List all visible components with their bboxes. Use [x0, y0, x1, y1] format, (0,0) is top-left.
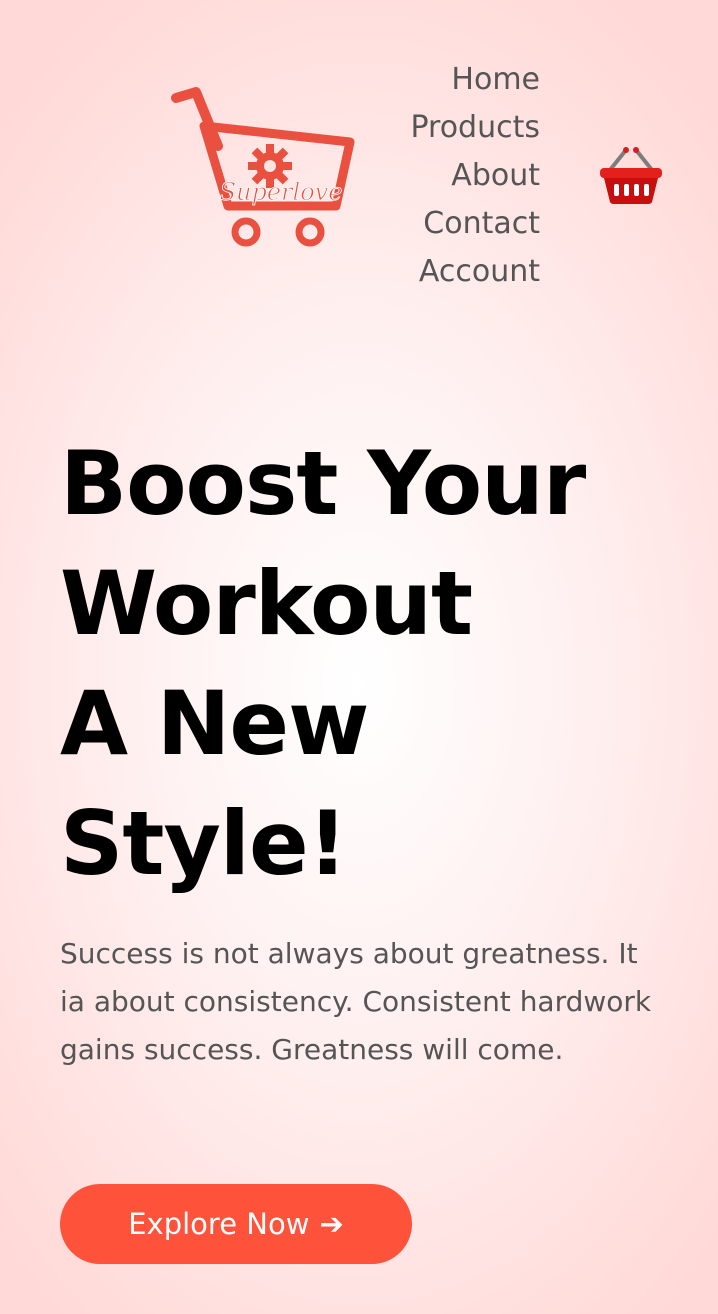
main-nav: Home Products About Contact Account	[410, 56, 540, 296]
hero-tagline: Success is not always about greatness. I…	[60, 937, 652, 1066]
headline-line-2: Workout	[60, 552, 473, 655]
headline-line-1: Boost Your	[60, 432, 586, 535]
headline-line-4: Style!	[60, 792, 348, 895]
arrow-right-icon: ➔	[319, 1207, 344, 1241]
headline-line-3: A New	[60, 672, 369, 775]
brand-logo[interactable]: Superlove	[166, 86, 356, 248]
shopping-cart-logo-icon: Superlove	[171, 87, 355, 247]
explore-now-button[interactable]: Explore Now ➔	[60, 1184, 412, 1264]
nav-item-products[interactable]: Products	[410, 104, 540, 152]
nav-item-about[interactable]: About	[410, 152, 540, 200]
hero-headline: Boost Your Workout A New Style!	[60, 424, 700, 904]
nav-item-account[interactable]: Account	[410, 248, 540, 296]
nav-item-home[interactable]: Home	[410, 56, 540, 104]
logo-text: Superlove	[220, 178, 343, 206]
explore-now-label: Explore Now	[128, 1207, 310, 1241]
shopping-basket-icon[interactable]	[598, 144, 664, 206]
nav-item-contact[interactable]: Contact	[410, 200, 540, 248]
